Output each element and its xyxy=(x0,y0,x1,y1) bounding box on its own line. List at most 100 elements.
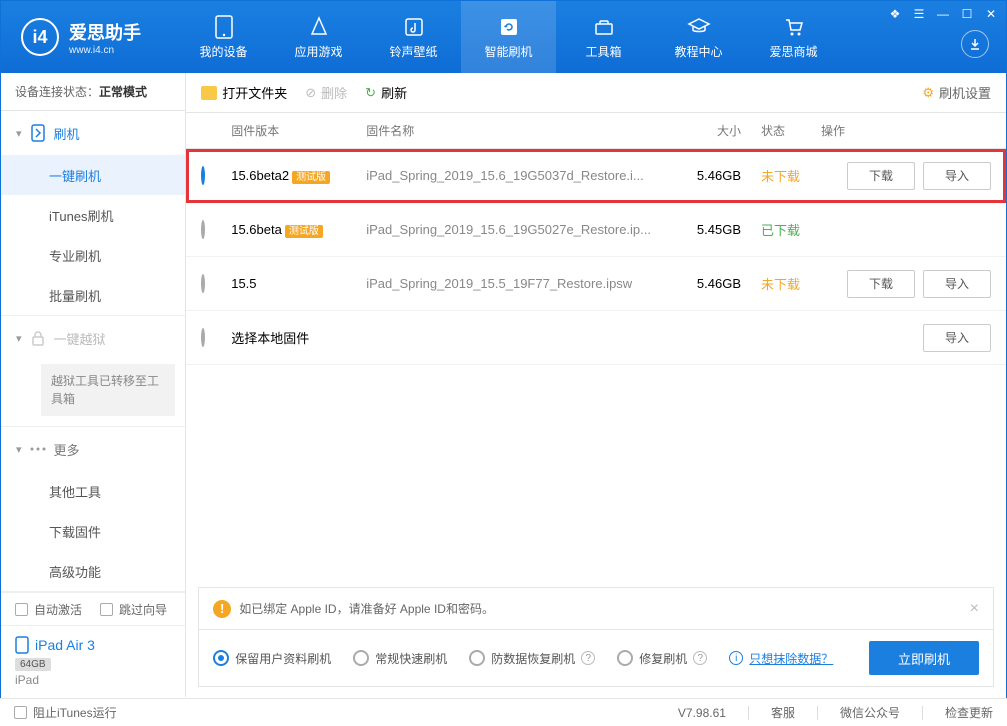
gear-icon: ⚙ xyxy=(922,85,934,101)
chevron-down-icon: ▾ xyxy=(16,127,22,140)
radio-icon[interactable] xyxy=(201,166,205,185)
refresh-icon xyxy=(497,15,521,39)
wechat-link[interactable]: 微信公众号 xyxy=(840,704,900,721)
firmware-size: 5.46GB xyxy=(671,276,741,291)
nav-flash[interactable]: 智能刷机 xyxy=(461,1,556,73)
menu-icon[interactable]: ☰ xyxy=(911,6,927,22)
close-notice-button[interactable]: × xyxy=(970,600,979,618)
beta-badge: 测试版 xyxy=(285,225,323,238)
refresh-icon: ↻ xyxy=(365,85,376,101)
help-icon[interactable]: ? xyxy=(693,651,707,665)
flash-now-button[interactable]: 立即刷机 xyxy=(869,641,979,675)
window-controls: ❖ ☰ — ☐ ✕ xyxy=(887,6,999,22)
flash-icon xyxy=(30,125,46,141)
toolbar: 打开文件夹 ⊘ 删除 ↻ 刷新 ⚙ 刷机设置 xyxy=(186,73,1006,113)
footer: 阻止iTunes运行 V7.98.61 客服 微信公众号 检查更新 xyxy=(0,698,1007,726)
sidebar-item-pro[interactable]: 专业刷机 xyxy=(1,235,185,275)
version-label: V7.98.61 xyxy=(678,706,726,720)
checkbox-icon[interactable] xyxy=(14,706,27,719)
checkbox-icon[interactable] xyxy=(15,603,28,616)
auto-activate-row[interactable]: 自动激活 跳过向导 xyxy=(1,592,185,625)
maximize-icon[interactable]: ☐ xyxy=(959,6,975,22)
info-icon: i xyxy=(729,651,743,665)
firmware-version: 15.5 xyxy=(231,276,256,291)
notice-bar: ! 如已绑定 Apple ID，请准备好 Apple ID和密码。 × xyxy=(198,587,994,629)
local-firmware-label: 选择本地固件 xyxy=(231,331,309,346)
refresh-button[interactable]: ↻ 刷新 xyxy=(365,83,407,102)
firmware-row[interactable]: 15.6beta测试版 iPad_Spring_2019_15.6_19G5027… xyxy=(186,203,1006,257)
help-icon[interactable]: ? xyxy=(581,651,595,665)
nav-tutorial[interactable]: 教程中心 xyxy=(651,1,746,73)
firmware-name: iPad_Spring_2019_15.6_19G5027e_Restore.i… xyxy=(366,222,671,237)
radio-icon xyxy=(469,650,485,666)
import-button[interactable]: 导入 xyxy=(923,162,991,190)
flash-options-bar: 保留用户资料刷机 常规快速刷机 防数据恢复刷机 ? 修复刷机 ? i xyxy=(198,629,994,687)
support-link[interactable]: 客服 xyxy=(771,704,795,721)
sidebar-item-download-fw[interactable]: 下载固件 xyxy=(1,511,185,551)
firmware-name: iPad_Spring_2019_15.6_19G5037d_Restore.i… xyxy=(366,168,671,183)
jailbreak-note: 越狱工具已转移至工具箱 xyxy=(41,364,175,416)
app-title: 爱思助手 xyxy=(69,19,141,45)
nav-store[interactable]: 爱思商城 xyxy=(746,1,841,73)
sidebar-flash-head[interactable]: ▾ 刷机 xyxy=(1,111,185,155)
opt-normal[interactable]: 常规快速刷机 xyxy=(353,650,447,667)
radio-icon xyxy=(213,650,229,666)
checkbox-icon[interactable] xyxy=(100,603,113,616)
import-button[interactable]: 导入 xyxy=(923,324,991,352)
graduation-icon xyxy=(687,15,711,39)
firmware-version: 15.6beta2 xyxy=(231,168,289,183)
firmware-version: 15.6beta xyxy=(231,222,282,237)
lock-icon xyxy=(30,330,46,346)
toolbox-icon xyxy=(592,15,616,39)
radio-icon[interactable] xyxy=(201,328,205,347)
opt-anti-recovery[interactable]: 防数据恢复刷机 ? xyxy=(469,650,595,667)
delete-button[interactable]: ⊘ 删除 xyxy=(305,83,347,102)
firmware-status: 未下载 xyxy=(741,166,821,185)
sidebar-item-batch[interactable]: 批量刷机 xyxy=(1,275,185,315)
check-update-link[interactable]: 检查更新 xyxy=(945,704,993,721)
sidebar-more-head[interactable]: ▾ 更多 xyxy=(1,427,185,471)
nav-my-device[interactable]: 我的设备 xyxy=(176,1,271,73)
opt-repair[interactable]: 修复刷机 ? xyxy=(617,650,707,667)
logo-icon: i4 xyxy=(21,18,59,56)
sidebar-item-itunes[interactable]: iTunes刷机 xyxy=(1,195,185,235)
erase-link[interactable]: i 只想抹除数据？ xyxy=(729,650,833,667)
firmware-status: 未下载 xyxy=(741,274,821,293)
nav-wallpaper[interactable]: 铃声壁纸 xyxy=(366,1,461,73)
skin-icon[interactable]: ❖ xyxy=(887,6,903,22)
firmware-row[interactable]: 15.6beta2测试版iPad_Spring_2019_15.6_19G503… xyxy=(186,149,1006,203)
download-button[interactable]: 下载 xyxy=(847,162,915,190)
open-folder-button[interactable]: 打开文件夹 xyxy=(201,83,287,102)
delete-icon: ⊘ xyxy=(305,85,316,101)
sidebar: 设备连接状态： 正常模式 ▾ 刷机 一键刷机 iTunes刷机 专业刷机 批量刷… xyxy=(1,73,186,697)
app-subtitle: www.i4.cn xyxy=(69,45,141,56)
device-info[interactable]: iPad Air 3 64GB iPad xyxy=(1,625,185,697)
sidebar-item-oneclick[interactable]: 一键刷机 xyxy=(1,155,185,195)
minimize-icon[interactable]: — xyxy=(935,6,951,22)
download-button[interactable]: 下载 xyxy=(847,270,915,298)
folder-icon xyxy=(201,86,217,100)
cart-icon xyxy=(782,15,806,39)
radio-icon xyxy=(617,650,633,666)
radio-icon[interactable] xyxy=(201,274,205,293)
logo: i4 爱思助手 www.i4.cn xyxy=(1,18,161,56)
firmware-row[interactable]: 15.5iPad_Spring_2019_15.5_19F77_Restore.… xyxy=(186,257,1006,311)
flash-settings-button[interactable]: ⚙ 刷机设置 xyxy=(922,83,991,102)
opt-keep-data[interactable]: 保留用户资料刷机 xyxy=(213,650,331,667)
firmware-row[interactable]: 选择本地固件 导入 xyxy=(186,311,1006,365)
import-button[interactable]: 导入 xyxy=(923,270,991,298)
block-itunes-row[interactable]: 阻止iTunes运行 xyxy=(14,704,117,721)
phone-icon xyxy=(212,15,236,39)
sidebar-item-advanced[interactable]: 高级功能 xyxy=(1,551,185,591)
nav-toolbox[interactable]: 工具箱 xyxy=(556,1,651,73)
nav-apps[interactable]: 应用游戏 xyxy=(271,1,366,73)
close-icon[interactable]: ✕ xyxy=(983,6,999,22)
sidebar-jailbreak-head[interactable]: ▾ 一键越狱 xyxy=(1,316,185,360)
music-icon xyxy=(402,15,426,39)
radio-icon[interactable] xyxy=(201,220,205,239)
apps-icon xyxy=(307,15,331,39)
radio-icon xyxy=(353,650,369,666)
download-manager-button[interactable] xyxy=(961,30,989,58)
sidebar-item-other-tools[interactable]: 其他工具 xyxy=(1,471,185,511)
chevron-down-icon: ▾ xyxy=(16,443,22,456)
